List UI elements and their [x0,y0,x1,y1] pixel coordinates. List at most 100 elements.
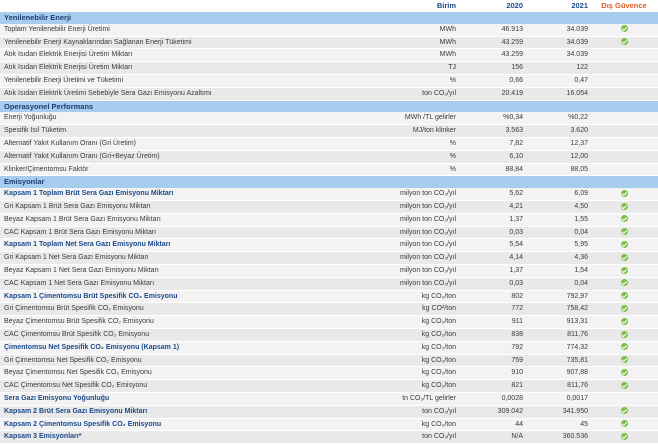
check-circle-icon [620,432,628,440]
row-assurance [590,354,658,368]
row-label: Toplam Yenilenebilir Enerji Üretimi [0,23,330,37]
table-row: CAC Çimentomsu Net Spesifik CO₂ Emisyonu… [0,379,658,393]
table-row: Kapsam 2 Brüt Sera Gazı Emisyonu Miktarı… [0,405,658,419]
row-value-2021: 5,95 [525,238,590,253]
row-value-2021: 0,04 [525,226,590,240]
row-value-2020: 0,66 [460,74,525,88]
row-value-2020: 7,82 [460,137,525,151]
row-value-2020: 1,37 [460,264,525,278]
table-row: Alternatif Yakıt Kullanım Oranı (Gri+Bey… [0,150,658,164]
row-unit: tn CO₂/TL gelirler [330,392,460,406]
row-value-2021: 360.536 [525,430,590,444]
table-row: Enerji Yoğunluğu MWh /TL gelirler %0,34 %0,… [0,112,658,126]
row-value-2020: 792 [460,341,525,355]
row-label: CAC Kapsam 1 Brüt Sera Gazı Emisyonu Mik… [0,226,330,240]
table-row: Alternatif Yakıt Kullanım Oranı (Gri Üre… [0,137,658,151]
table-row: CAC Kapsam 1 Net Sera Gazı Emisyonu Mikt… [0,277,658,291]
row-assurance [590,87,658,101]
check-circle-icon [620,228,628,236]
row-label: Çimentomsu Net Spesifik CO₂ Emisyonu (Ka… [0,341,330,355]
header-assurance: Dış Güvence [590,0,658,12]
table-row: Atık Isıdan Elektrik Enerjisi Üretim Mik… [0,48,658,63]
row-unit: kg CO₂/ton [330,366,460,381]
row-value-2020: 3.563 [460,124,525,138]
row-assurance [590,61,658,75]
row-label: Sera Gazı Emisyonu Yoğunluğu [0,392,330,406]
row-value-2020: 802 [460,290,525,304]
section-title: Yenilenebilir Enerji [0,12,658,24]
check-circle-icon [620,330,628,338]
row-value-2021: 735,81 [525,354,590,368]
row-assurance [590,341,658,355]
row-label: Gri Çimentomsu Brüt Spesifik CO₂ Emisyon… [0,302,330,317]
row-value-2020: 4,14 [460,251,525,265]
table-row: Kapsam 1 Toplam Net Sera Gazı Emisyonu M… [0,238,658,253]
row-value-2020: 4,21 [460,200,525,214]
row-unit: % [330,137,460,151]
row-unit: TJ [330,61,460,75]
row-label: Kapsam 2 Brüt Sera Gazı Emisyonu Miktarı [0,405,330,419]
row-label: CAC Çimentomsu Net Spesifik CO₂ Emisyonu [0,379,330,393]
table-row: Gri Çimentomsu Brüt Spesifik CO₂ Emisyon… [0,302,658,317]
row-value-2020: 0,03 [460,226,525,240]
row-unit: kg CO₂/ton [330,341,460,355]
row-value-2021: 792,97 [525,290,590,304]
section-title: Emisyonlar [0,175,658,189]
row-value-2020: 46.913 [460,23,525,37]
row-assurance [590,315,658,329]
row-value-2021: 34.039 [525,23,590,37]
check-circle-icon [620,215,628,223]
header-label-blank [0,0,330,12]
row-value-2020: 911 [460,315,525,329]
row-unit: MWh [330,48,460,63]
table-row: Beyaz Kapsam 1 Net Sera Gazı Emisyonu Mi… [0,264,658,278]
row-value-2020: 5,62 [460,188,525,201]
row-value-2020: 6,10 [460,150,525,164]
row-label: Atık Isıdan Elektrik Üretimi Sebebiyle S… [0,87,330,101]
table-row: Atık Isıdan Elektrik Enerjisi Üretim Mik… [0,61,658,75]
section-header: Emisyonlar [0,175,658,189]
row-label: Yenilenebilir Enerji Üretimi ve Tüketimi [0,74,330,88]
table-body: Birim 2020 2021 Dış Güvence Yenilenebili… [0,0,658,444]
row-value-2020: 309.042 [460,405,525,419]
row-value-2021: 774,32 [525,341,590,355]
row-value-2020: 5,54 [460,238,525,253]
row-assurance [590,430,658,444]
row-label: Atık Isıdan Elektrik Enerjisi Üretim Mik… [0,48,330,63]
row-value-2020: 88,84 [460,163,525,177]
row-label: Atık Isıdan Elektrik Enerjisi Üretim Mik… [0,61,330,75]
row-assurance [590,226,658,240]
check-circle-icon [620,189,628,197]
table-row: Toplam Yenilenebilir Enerji Üretimi MWh 46… [0,23,658,37]
row-value-2021: 122 [525,61,590,75]
table-row: Yenilenebilir Enerji Üretimi ve Tüketimi… [0,74,658,88]
row-value-2020: 20.419 [460,87,525,101]
row-unit: MWh /TL gelirler [330,112,460,126]
row-value-2020: 43.259 [460,36,525,50]
table-row: Kapsam 1 Toplam Brüt Sera Gazı Emisyonu … [0,188,658,201]
row-label: Kapsam 1 Toplam Net Sera Gazı Emisyonu M… [0,238,330,253]
row-value-2021: 907,88 [525,366,590,381]
check-circle-icon [620,420,628,428]
row-label: Gri Çimentomsu Net Spesifik CO₂ Emisyonu [0,354,330,368]
row-assurance [590,163,658,177]
check-circle-icon [620,407,628,415]
row-value-2021: 758,42 [525,302,590,317]
check-circle-icon [620,25,628,33]
row-assurance [590,302,658,317]
row-assurance [590,392,658,406]
row-unit: ton CO₂/yıl [330,430,460,444]
row-assurance [590,418,658,432]
row-label: Beyaz Kapsam 1 Brüt Sera Gazı Emisyonu M… [0,213,330,227]
row-assurance [590,124,658,138]
table-row: Spesifik Isıl Tüketim MJ/ton klinker 3.563… [0,124,658,138]
check-circle-icon [620,202,628,210]
check-circle-icon [620,304,628,312]
row-value-2020: 772 [460,302,525,317]
row-unit: milyon ton CO₂/yıl [330,238,460,253]
row-assurance [590,238,658,253]
check-circle-icon [620,266,628,274]
row-label: Beyaz Kapsam 1 Net Sera Gazı Emisyonu Mi… [0,264,330,278]
check-circle-icon [620,343,628,351]
row-label: Klinker/Çimentomsu Faktör [0,163,330,177]
